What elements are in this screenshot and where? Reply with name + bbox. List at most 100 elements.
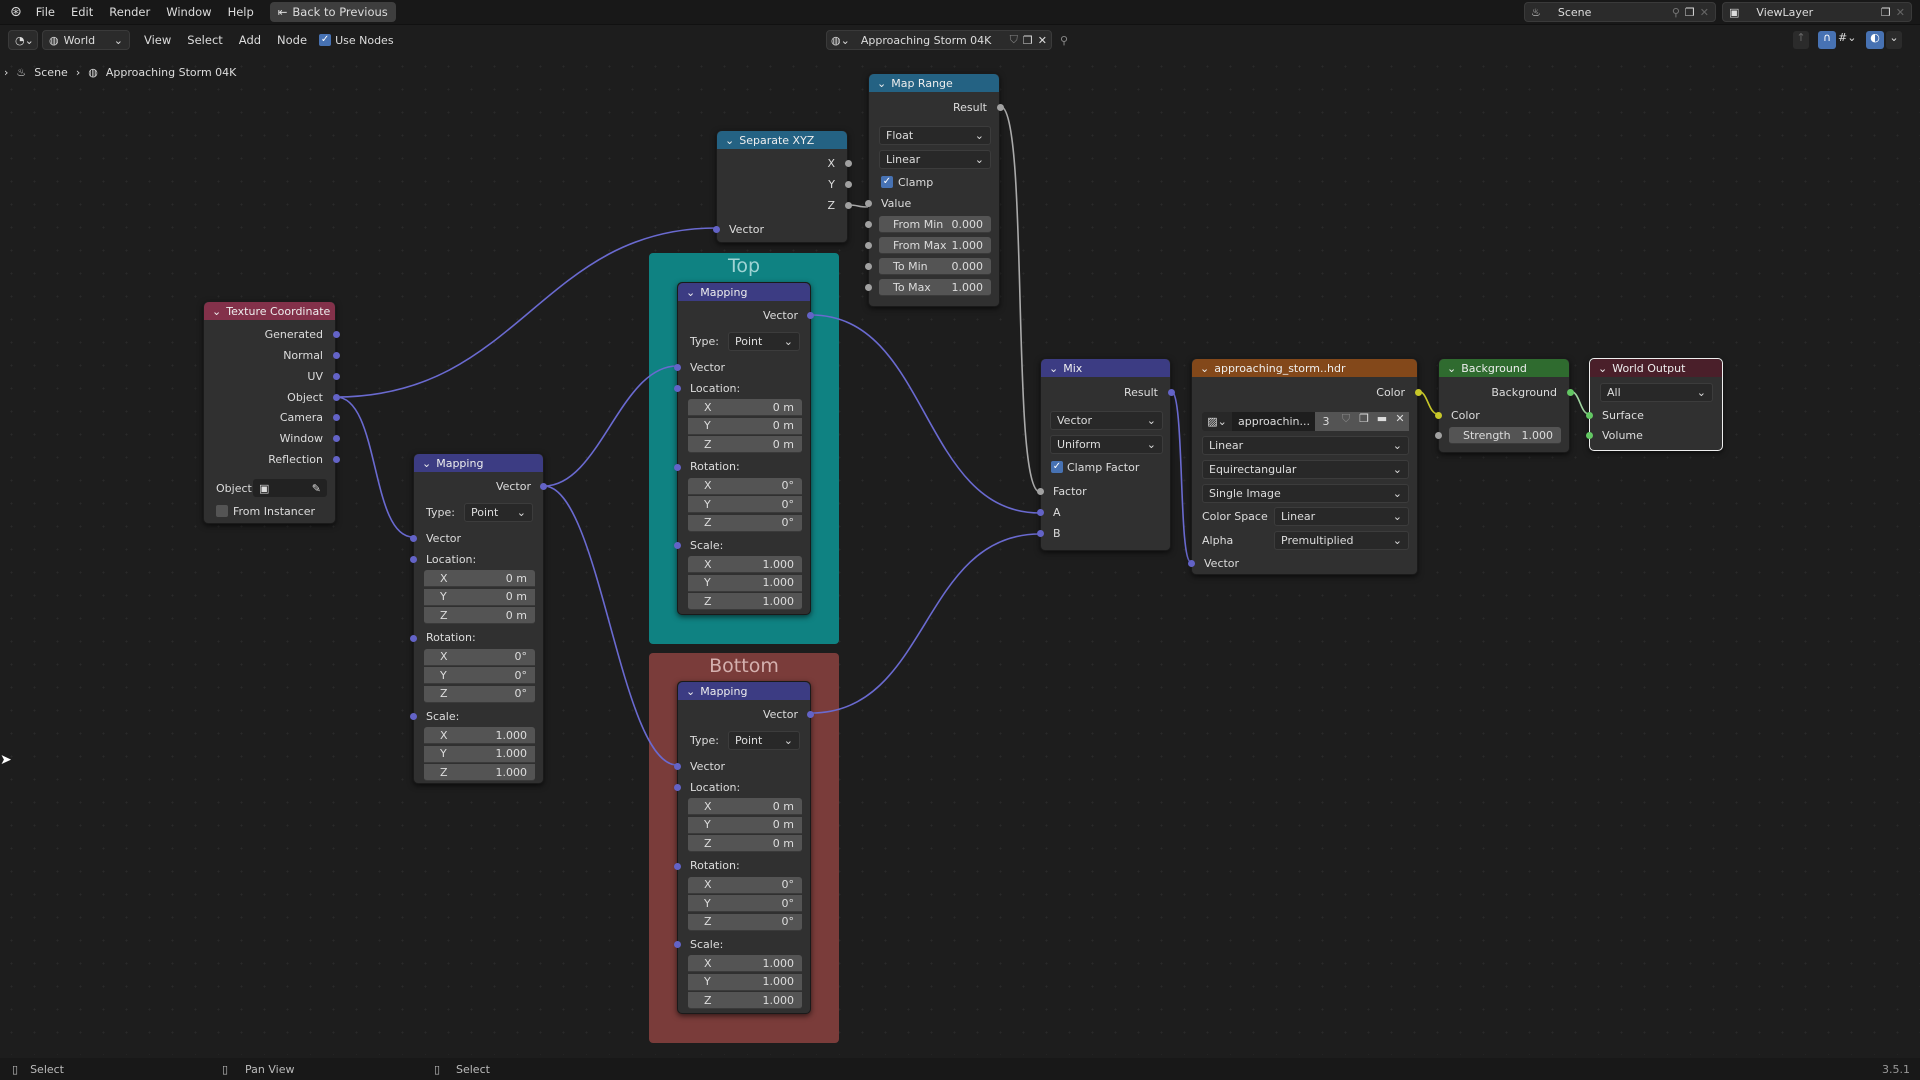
collapse-icon[interactable]: ⌄ — [422, 457, 431, 470]
use-nodes-checkbox[interactable]: ✓ — [319, 34, 332, 46]
interpolation-dropdown[interactable]: Linear ⌄ — [879, 150, 991, 169]
socket-camera[interactable] — [333, 414, 340, 421]
menu-view[interactable]: View — [136, 33, 179, 47]
copy-icon[interactable]: ❐ — [1685, 6, 1695, 19]
rotation-field[interactable]: Z 0° — [424, 685, 535, 703]
open-folder-icon[interactable]: ▬ — [1373, 412, 1391, 431]
projection-dropdown[interactable]: Equirectangular ⌄ — [1202, 460, 1409, 479]
collapse-icon[interactable]: ⌄ — [725, 134, 734, 147]
node-mapping-top[interactable]: ⌄ Mapping Vector Type: Point ⌄ Vector Location:… — [674, 282, 814, 615]
location-field[interactable]: Y0 m — [688, 816, 802, 834]
socket-range-3[interactable] — [865, 284, 872, 291]
rotation-field[interactable]: Z 0° — [688, 514, 802, 532]
scale-field[interactable]: Z 1.000 — [688, 992, 802, 1009]
overlay-toggle[interactable]: ◐ — [1866, 31, 1884, 49]
location-field[interactable]: X0 m — [424, 570, 535, 587]
socket-scale[interactable] — [674, 941, 681, 948]
fake-user-icon[interactable]: ⛉ — [1337, 412, 1355, 431]
from-instancer-checkbox[interactable] — [216, 505, 228, 517]
node-background[interactable]: ⌄ Background Background Color Strength 1.0… — [1435, 358, 1574, 453]
collapse-icon[interactable]: ⌄ — [686, 685, 695, 698]
scale-field[interactable]: X 1.000 — [688, 556, 802, 573]
shader-type-selector[interactable]: ◍ World ⌄ — [42, 30, 130, 50]
socket-vector-out[interactable] — [807, 312, 814, 319]
scale-field[interactable]: Z 1.000 — [688, 593, 802, 610]
target-dropdown[interactable]: All ⌄ — [1600, 383, 1713, 402]
mapping-type-dropdown[interactable]: Point ⌄ — [728, 731, 800, 750]
rotation-field[interactable]: Y 0° — [688, 496, 802, 513]
image-datablock[interactable]: ▨⌄ approachin... 3 ⛉ ❐ ▬ ✕ — [1202, 412, 1409, 431]
mix-factor-mode-dropdown[interactable]: Uniform ⌄ — [1050, 435, 1163, 454]
socket-generated[interactable] — [333, 331, 340, 338]
node-mix[interactable]: ⌄ Mix Result Vector ⌄ Uniform ⌄ ✓ Clamp Fact… — [1037, 358, 1175, 551]
rotation-field[interactable]: Z 0° — [688, 913, 802, 931]
location-field[interactable]: Z0 m — [688, 436, 802, 453]
scale-field[interactable]: Y 1.000 — [688, 574, 802, 592]
socket-window[interactable] — [333, 435, 340, 442]
snap-settings[interactable]: #⌄ — [1838, 31, 1864, 49]
scale-field[interactable]: X 1.000 — [424, 727, 535, 744]
node-texture-coordinate[interactable]: ⌄ Texture Coordinate Generated Normal UV … — [203, 301, 340, 524]
collapse-icon[interactable]: ⌄ — [1200, 362, 1209, 375]
object-picker[interactable]: ▣ ✎ — [253, 479, 327, 497]
collapse-icon[interactable]: ⌄ — [212, 305, 221, 318]
clamp-factor-checkbox[interactable]: ✓ — [1051, 461, 1063, 473]
socket-rotation[interactable] — [410, 634, 417, 642]
socket-z[interactable] — [845, 202, 852, 209]
location-field[interactable]: X0 m — [688, 798, 802, 815]
socket-vector-out[interactable] — [807, 711, 814, 718]
socket-location[interactable] — [410, 556, 417, 563]
socket-vector-in[interactable] — [674, 364, 681, 371]
user-count[interactable]: 3 — [1315, 412, 1337, 431]
socket-factor[interactable] — [1037, 488, 1044, 495]
mapping-type-dropdown[interactable]: Point ⌄ — [728, 332, 800, 351]
alpha-dropdown[interactable]: Premultiplied ⌄ — [1274, 531, 1409, 550]
duplicate-icon[interactable]: ❐ — [1355, 412, 1373, 431]
socket-location[interactable] — [674, 784, 681, 791]
location-field[interactable]: X0 m — [688, 399, 802, 416]
location-field[interactable]: Z0 m — [424, 607, 535, 624]
snap-toggle[interactable]: ∩ — [1818, 31, 1836, 49]
menu-select[interactable]: Select — [179, 33, 230, 47]
socket-reflection[interactable] — [333, 456, 340, 463]
socket-range-1[interactable] — [865, 242, 872, 249]
scale-field[interactable]: X 1.000 — [688, 955, 802, 972]
node-map-range[interactable]: ⌄ Map Range Result Float ⌄ Linear ⌄ ✓ Clamp … — [865, 73, 1004, 307]
socket-value[interactable] — [865, 200, 872, 207]
menu-file[interactable]: File — [28, 5, 63, 19]
socket-normal[interactable] — [333, 352, 340, 359]
socket-b[interactable] — [1037, 530, 1044, 537]
rotation-field[interactable]: Y 0° — [688, 895, 802, 912]
unlink-icon[interactable]: ✕ — [1038, 34, 1047, 47]
socket-background-out[interactable] — [1567, 389, 1574, 396]
eyedropper-icon[interactable]: ✎ — [312, 482, 321, 495]
pin-icon[interactable]: ⚲ — [1672, 6, 1680, 19]
menu-window[interactable]: Window — [158, 5, 219, 19]
rotation-field[interactable]: Y 0° — [424, 667, 535, 684]
collapse-icon[interactable]: ⌄ — [1049, 362, 1058, 375]
socket-volume[interactable] — [1586, 432, 1593, 439]
socket-vector-out[interactable] — [540, 483, 547, 490]
collapse-icon[interactable]: ⌄ — [1447, 362, 1456, 375]
location-field[interactable]: Y0 m — [424, 588, 535, 606]
copy-icon[interactable]: ❐ — [1881, 6, 1891, 19]
socket-scale[interactable] — [410, 713, 417, 720]
socket-object[interactable] — [333, 394, 340, 401]
socket-range-2[interactable] — [865, 263, 872, 270]
socket-surface[interactable] — [1586, 412, 1593, 419]
location-field[interactable]: Y0 m — [688, 417, 802, 435]
socket-uv[interactable] — [333, 373, 340, 380]
clamp-checkbox[interactable]: ✓ — [881, 176, 893, 188]
collapse-icon[interactable]: ⌄ — [686, 286, 695, 299]
map-range-field[interactable]: From Max 1.000 — [879, 237, 991, 254]
mapping-type-dropdown[interactable]: Point ⌄ — [464, 503, 533, 522]
menu-edit[interactable]: Edit — [63, 5, 101, 19]
back-to-previous-button[interactable]: ⇤ Back to Previous — [269, 2, 396, 22]
map-range-field[interactable]: To Min 0.000 — [879, 258, 991, 275]
close-icon[interactable]: ✕ — [1896, 6, 1905, 19]
socket-color-in[interactable] — [1435, 412, 1442, 419]
pin-icon[interactable]: ⚲ — [1060, 34, 1068, 47]
color-space-dropdown[interactable]: Linear ⌄ — [1274, 507, 1409, 526]
menu-help[interactable]: Help — [220, 5, 262, 19]
location-field[interactable]: Z0 m — [688, 835, 802, 852]
